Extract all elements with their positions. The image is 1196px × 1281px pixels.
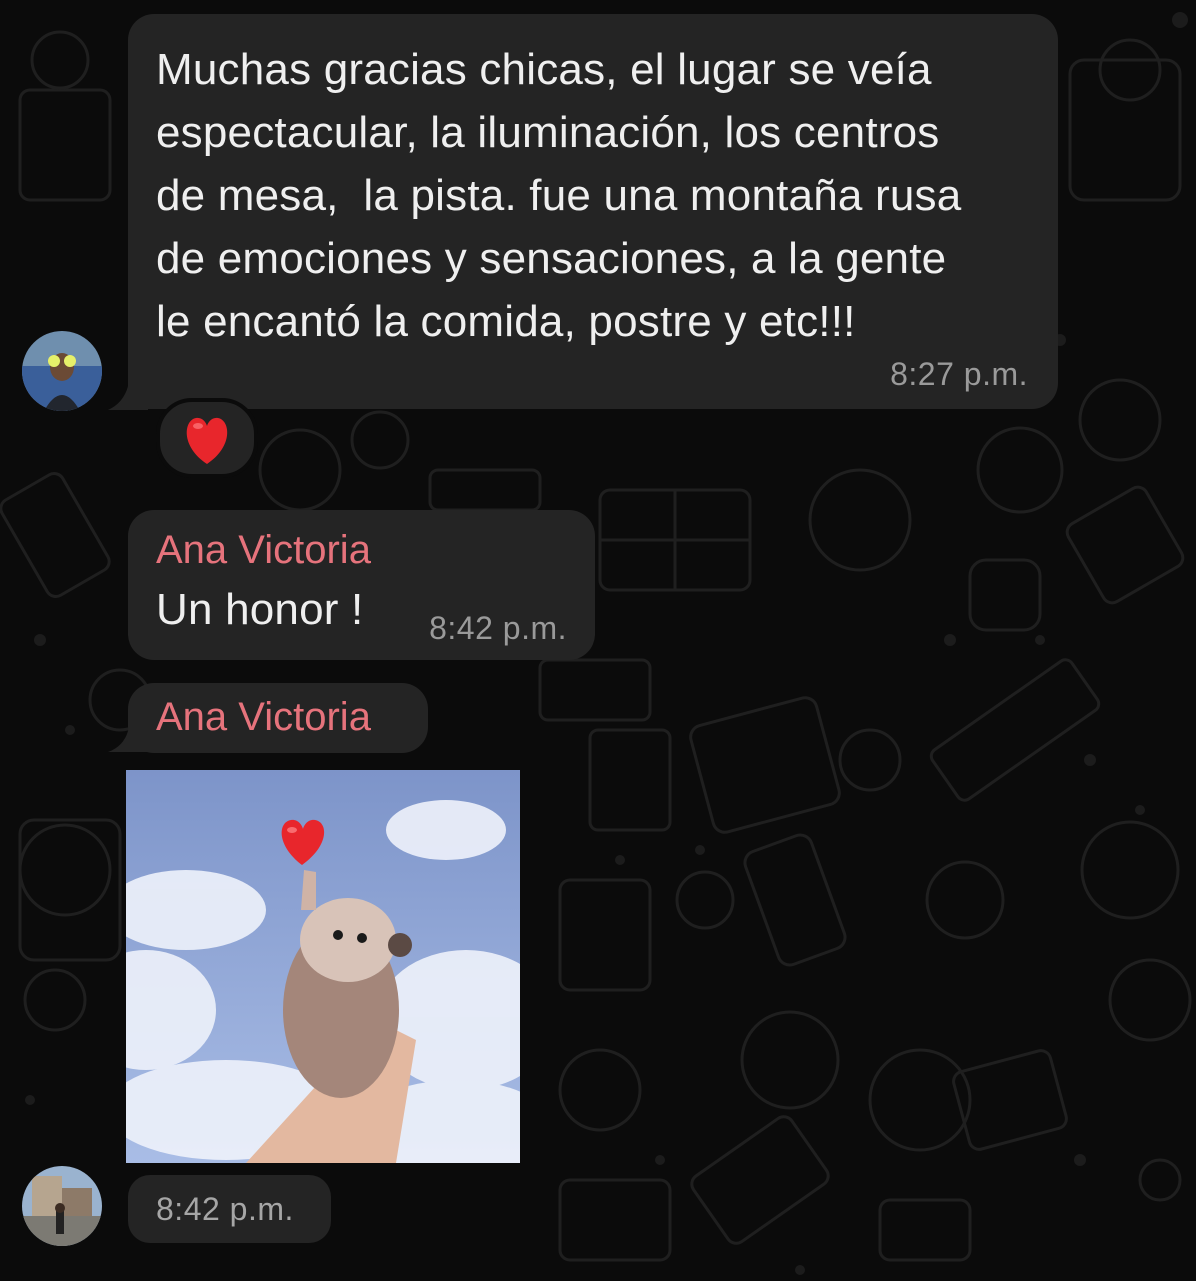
- message-timestamp: 8:42 p.m.: [429, 610, 567, 646]
- message-line: Muchas gracias chicas, el lugar se veía: [156, 45, 932, 94]
- avatar-photo: [22, 331, 102, 411]
- sender-name[interactable]: Ana Victoria: [156, 695, 371, 740]
- heart-reaction-icon: [186, 417, 228, 464]
- message-text: Muchas gracias chicas, el lugar se veía …: [156, 38, 1046, 353]
- message-timestamp: 8:42 p.m.: [156, 1191, 294, 1227]
- message-reaction[interactable]: [156, 398, 258, 478]
- shared-image[interactable]: [126, 770, 520, 1163]
- bubble-tail: [108, 716, 148, 752]
- bubble-tail: [108, 370, 148, 410]
- message-line: le encantó la comida, postre y etc!!!: [156, 297, 856, 346]
- sender-name[interactable]: Ana Victoria: [156, 528, 371, 573]
- image-timestamp-bubble: 8:42 p.m.: [128, 1175, 331, 1243]
- message-line: de mesa, la pista. fue una montaña rusa: [156, 171, 962, 220]
- message-timestamp: 8:27 p.m.: [890, 356, 1028, 392]
- contact-avatar[interactable]: [22, 331, 102, 411]
- contact-avatar[interactable]: [22, 1166, 102, 1246]
- avatar-photo: [22, 1166, 102, 1246]
- message-text: Un honor !: [156, 585, 364, 634]
- message-bubble-incoming[interactable]: Muchas gracias chicas, el lugar se veía …: [128, 14, 1058, 409]
- image-message-header[interactable]: Ana Victoria: [128, 683, 428, 753]
- message-bubble-incoming[interactable]: Ana Victoria Un honor ! 8:42 p.m.: [128, 510, 595, 660]
- message-line: de emociones y sensaciones, a la gente: [156, 234, 947, 283]
- hedgehog-photo: [126, 770, 520, 1163]
- message-line: espectacular, la iluminación, los centro…: [156, 108, 940, 157]
